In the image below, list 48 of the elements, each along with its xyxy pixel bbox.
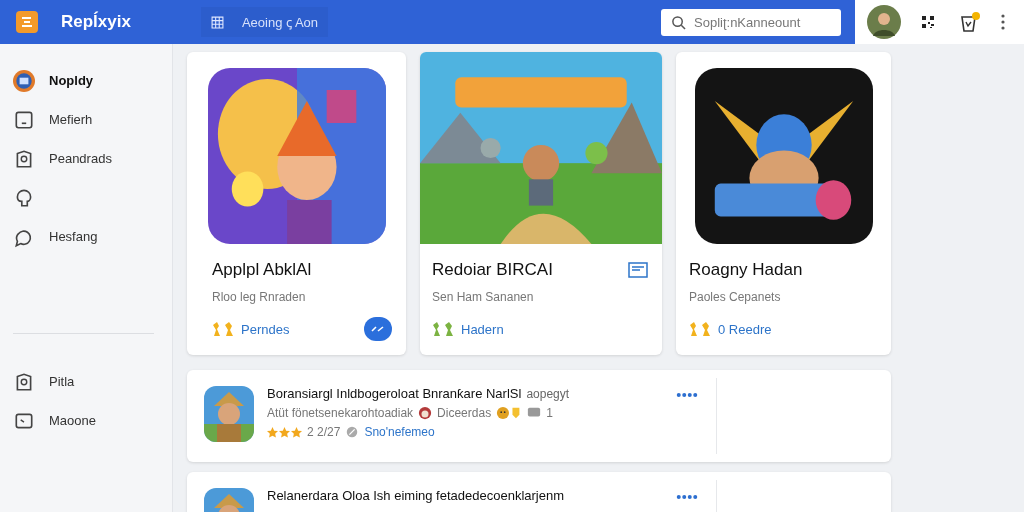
app-title: Redoiar BIRCAI [432,260,553,280]
sidebar-item[interactable]: Mefierh [13,108,172,131]
app-link[interactable]: Perndes [241,321,290,337]
item-title: Relanerdara Oloa Ish eiming fetadedecoenklarjenm [267,488,564,503]
section-switcher[interactable]: Aeoing ꞔ Aon [200,7,329,37]
sidebar-item[interactable]: Pitla [13,370,172,393]
more-icon[interactable] [676,494,698,500]
app-title: Applpl AbklAl [212,260,312,280]
search-field[interactable]: Sopliʈ:nKanneount [661,8,841,36]
more-icon[interactable] [676,392,698,398]
app-card[interactable]: Roagny Hadan Paoles Cepanets 0 Reedre [676,52,891,355]
arrows-icon [371,325,385,333]
more-icon[interactable] [1001,14,1005,30]
avatar[interactable] [867,5,901,39]
tablet-icon [13,108,35,131]
sidebar-item[interactable]: Nopldy [13,69,172,92]
app-icon [13,69,35,92]
app-link[interactable]: Hadern [461,321,504,337]
item-tag: Diceerdas [437,406,492,420]
rating-value: 2 2/27 [307,425,341,439]
app-card[interactable]: Applpl AbklAl Rloo leg Rnraden Perndes [187,52,406,355]
list-item[interactable]: Relanerdara Oloa Ish eiming fetadedecoenklarjenm [187,472,891,512]
app-name: Repĺxyix [61,12,131,32]
document-icon[interactable] [628,262,648,278]
comment-icon [527,406,542,420]
app-card[interactable]: Redoiar BIRCAI Sen Ham Sananen Hadern [420,52,662,355]
mask-icon [418,406,433,420]
search-icon [671,14,686,30]
app-title: Roagny Hadan [689,260,803,280]
sidebar-item[interactable]: Hesfang [13,225,172,248]
sidebar-item[interactable]: Peandrads [13,147,172,170]
list-item[interactable]: Boransiargl Inldbogeroloat Bnranƙare NarlSl aopegyt Atüt fönetsenekarohtoadiak Diceerdas 1 2 2/27 Sno'nefemeo [187,370,891,462]
app-subtitle: Sen Ham Sananen [432,290,535,304]
app-link[interactable]: 0 Reedre [718,321,772,337]
logo-icon [16,11,38,33]
grid-icon [210,15,224,29]
item-tagline: aopegyt [526,386,570,401]
item-detail: Atüt fönetsenekarohtoadiak [267,406,414,420]
comment-count: 1 [546,406,553,420]
app-subtitle: Rloo leg Rnraden [212,290,307,304]
shield-icon [345,425,360,439]
app-subtitle: Paoles Cepanets [689,290,782,304]
item-title: Boransiargl Inldbogeroloat Bnranƙare NarlSl [267,386,522,401]
bag-icon[interactable] [959,11,981,33]
sidebar-item[interactable]: Maoone [13,409,172,432]
item-link[interactable]: Sno'nefemeo [364,425,435,439]
qr-code-icon[interactable] [921,15,935,29]
share-button[interactable] [364,317,392,341]
